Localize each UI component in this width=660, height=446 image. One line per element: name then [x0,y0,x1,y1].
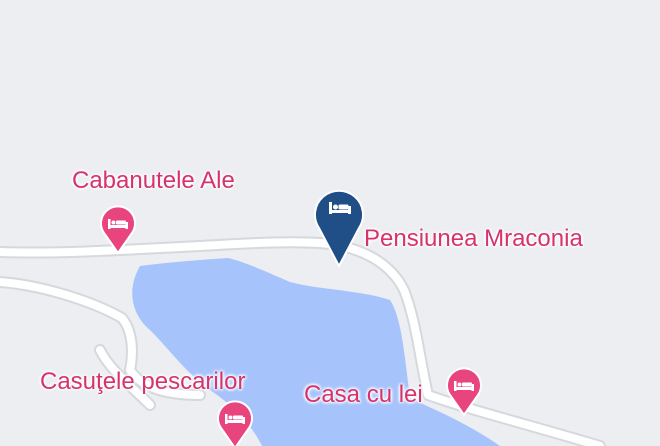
place-label-pensiunea-mraconia[interactable]: Pensiunea Mraconia [364,227,583,251]
place-label-casa-cu-lei[interactable]: Casa cu lei [304,383,423,407]
hotel-bed-icon[interactable] [215,398,255,446]
lake-water [132,258,500,446]
place-label-casutele-pescarilor[interactable]: Casuţele pescarilor [40,370,245,394]
selected-location-pin-icon[interactable] [313,186,365,269]
map-canvas[interactable]: Cabanutele Ale Pensiunea Mraconia Casuţe… [0,0,660,446]
place-label-cabanutele-ale[interactable]: Cabanutele Ale [72,169,235,193]
hotel-bed-icon[interactable] [444,365,484,417]
hotel-bed-icon[interactable] [98,203,138,255]
